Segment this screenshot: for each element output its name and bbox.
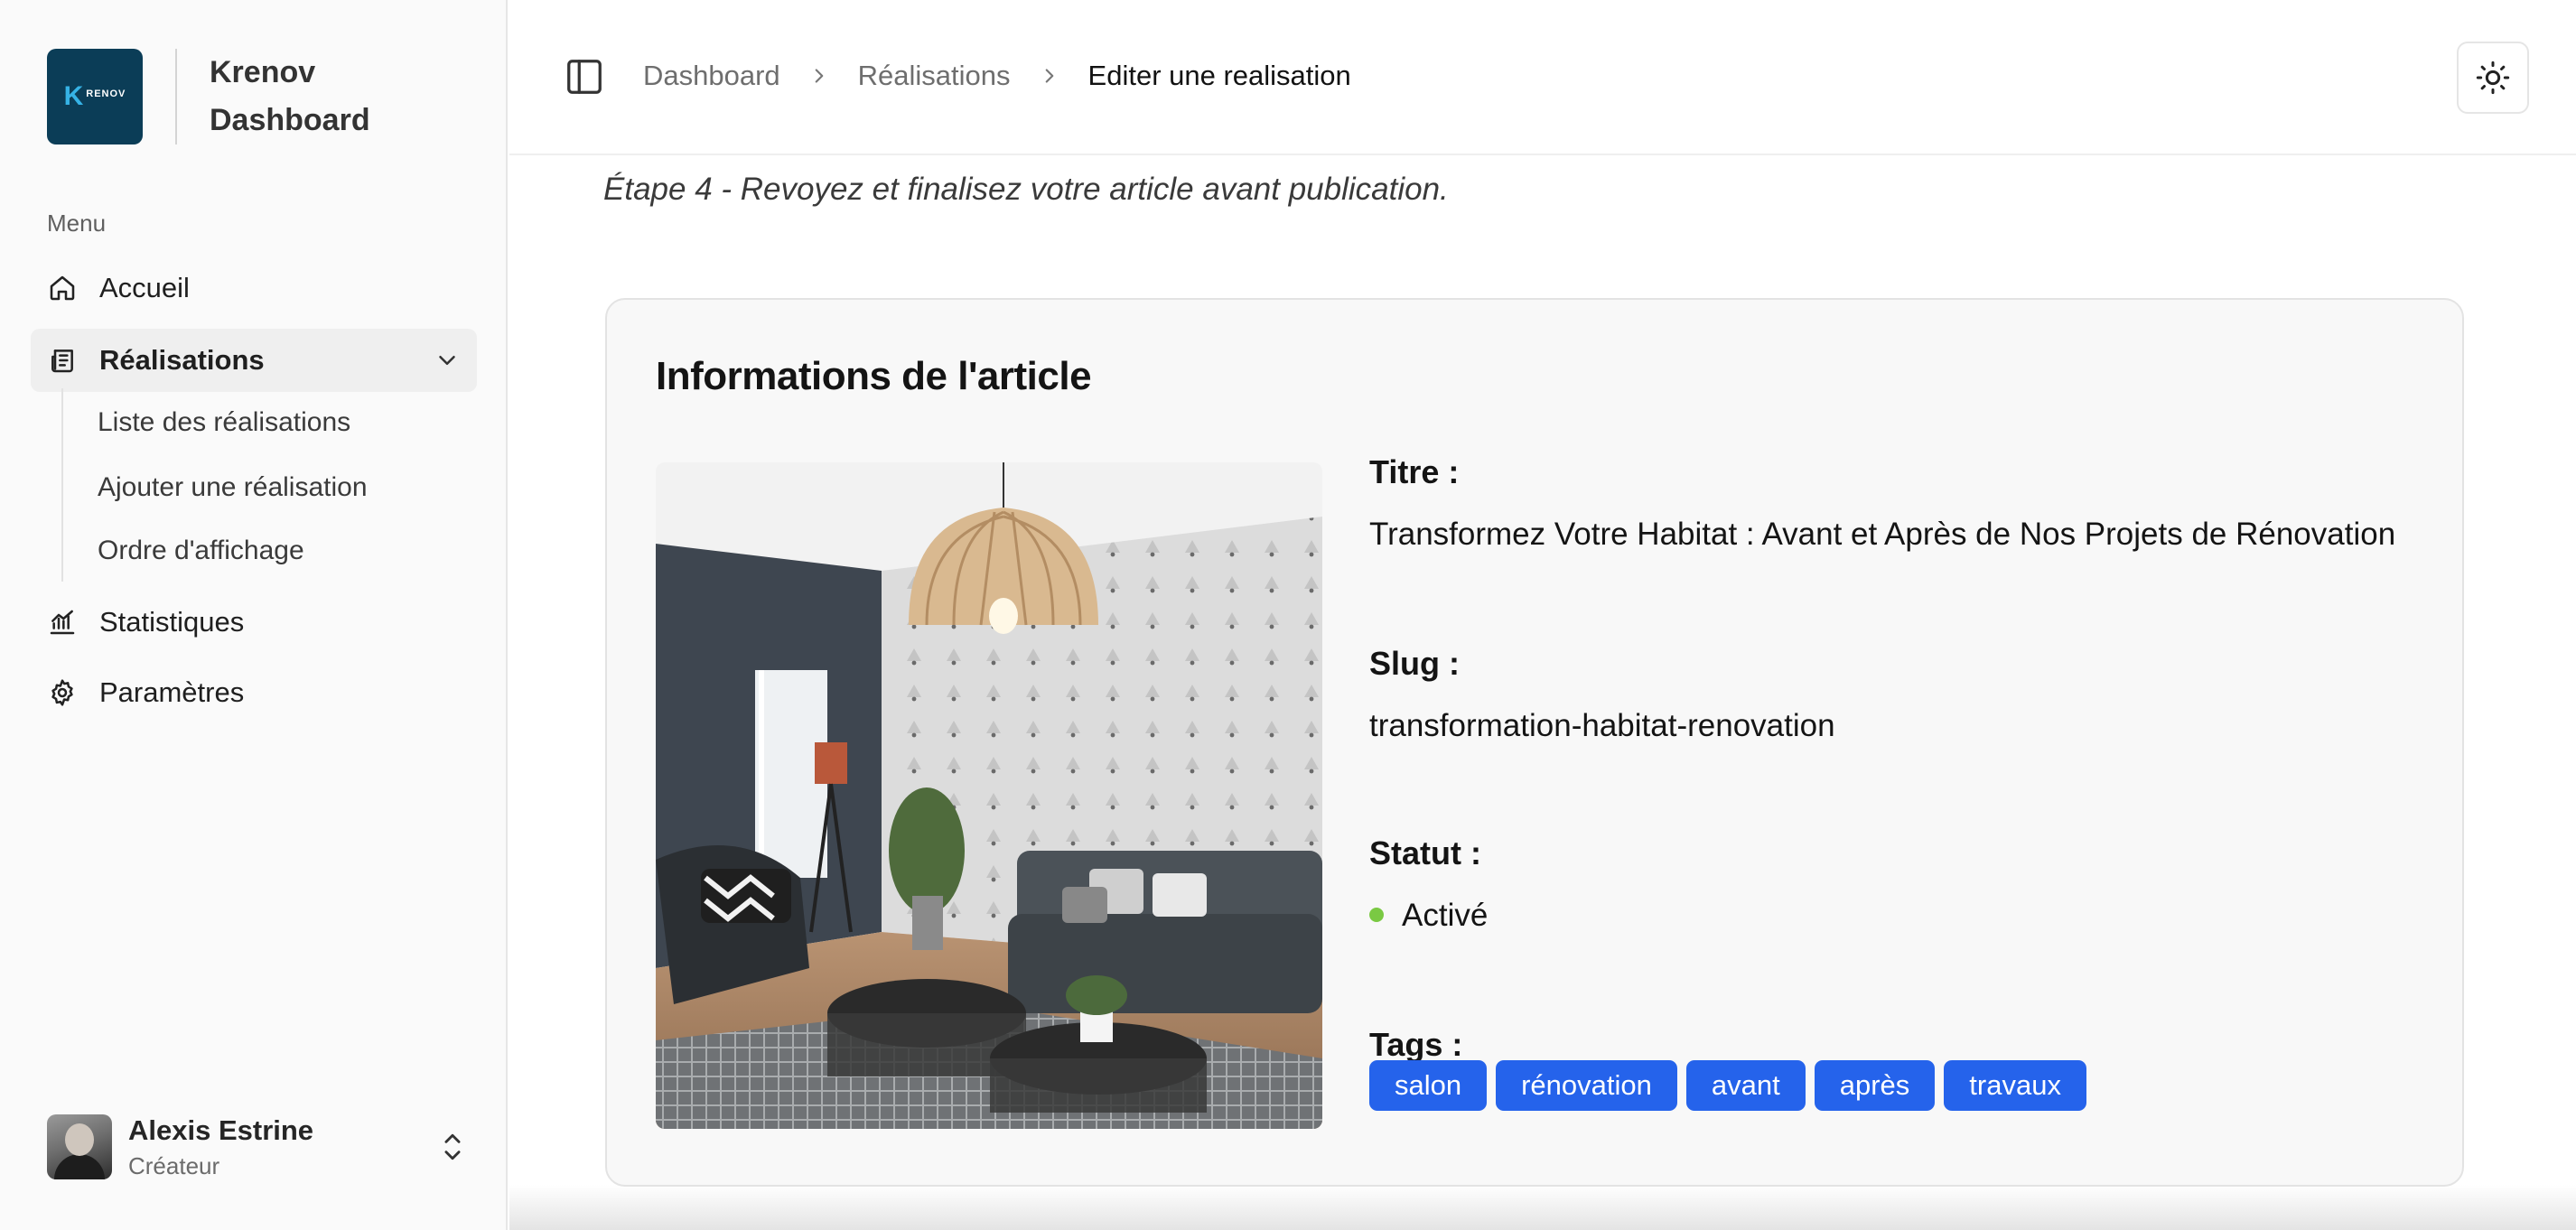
card-title: Informations de l'article — [656, 354, 1092, 398]
sidebar-subitem-liste[interactable]: Liste des réalisations — [79, 397, 350, 448]
submenu-line — [61, 388, 63, 582]
tag-badge[interactable]: avant — [1685, 1060, 1806, 1111]
tags-label: Tags : — [1369, 1026, 1463, 1063]
krenov-logo: K RENOV — [47, 49, 143, 144]
theme-toggle-button[interactable] — [2457, 42, 2529, 114]
sidebar-subitem-ajouter[interactable]: Ajouter une réalisation — [79, 462, 368, 513]
slug-label: Slug : — [1369, 645, 1460, 682]
status-label: Statut : — [1369, 834, 1481, 871]
chevron-right-icon — [815, 69, 823, 83]
chevron-right-icon — [1045, 69, 1053, 83]
avatar — [47, 1114, 112, 1179]
sidebar-item-parametres[interactable]: Paramètres — [31, 661, 477, 724]
breadcrumb-realisations[interactable]: Réalisations — [858, 60, 1011, 92]
menu-label: Menu — [47, 210, 107, 237]
brand-divider — [175, 49, 177, 144]
breadcrumb-dashboard[interactable]: Dashboard — [643, 60, 780, 92]
slug-value: transformation-habitat-renovation — [1369, 708, 1835, 743]
bottom-shadow — [509, 1185, 2576, 1230]
home-icon — [47, 273, 78, 303]
brand-name: Krenov Dashboard — [210, 55, 370, 137]
status-dot — [1369, 907, 1384, 922]
step-description: Étape 4 - Revoyez et finalisez votre art… — [603, 172, 1449, 207]
breadcrumb: Dashboard Réalisations Editer une realis… — [643, 60, 1351, 92]
article-info-card: Informations de l'article Titre: Transf… — [605, 298, 2464, 1187]
user-role: Créateur — [128, 1151, 220, 1179]
article-image — [656, 462, 1322, 1129]
gear-icon — [47, 677, 78, 708]
chart-icon — [47, 607, 78, 638]
chevrons-up-down-icon[interactable] — [437, 1129, 468, 1165]
sidebar-subitem-ordre[interactable]: Ordre d'affichage — [79, 526, 304, 576]
tag-badge[interactable]: rénovation — [1496, 1060, 1677, 1111]
top-header: Dashboard Réalisations Editer une realis… — [509, 0, 2576, 155]
user-name: Alexis Estrine — [128, 1114, 314, 1146]
newspaper-icon — [47, 345, 78, 376]
tag-list: salon rénovation avant après travaux — [1369, 1060, 2086, 1111]
title-label: Titre : — [1369, 453, 1460, 490]
breadcrumb-current: Editer une realisation — [1087, 60, 1351, 91]
sidebar-item-accueil[interactable]: Accueil — [31, 256, 477, 320]
user-menu[interactable]: Alexis Estrine Créateur — [47, 1114, 468, 1179]
status-indicator: Activé — [1369, 898, 1488, 934]
title-value: Transformez Votre Habitat : Avant et Apr… — [1369, 517, 2396, 552]
tag-badge[interactable]: travaux — [1944, 1060, 2086, 1111]
brand[interactable]: K RENOV Krenov Dashboard — [47, 49, 370, 144]
tag-badge[interactable]: salon — [1369, 1060, 1488, 1111]
tag-badge[interactable]: après — [1814, 1060, 1936, 1111]
chevron-down-icon[interactable] — [434, 347, 461, 374]
sidebar: K RENOV Krenov Dashboard Menu Accueil Réa… — [0, 0, 508, 1230]
status-value: Activé — [1402, 898, 1489, 933]
sun-icon — [2476, 61, 2510, 95]
sidebar-item-statistiques[interactable]: Statistiques — [31, 591, 477, 654]
sidebar-toggle-icon[interactable] — [564, 56, 605, 98]
sidebar-item-realisations[interactable]: Réalisations — [31, 329, 477, 392]
